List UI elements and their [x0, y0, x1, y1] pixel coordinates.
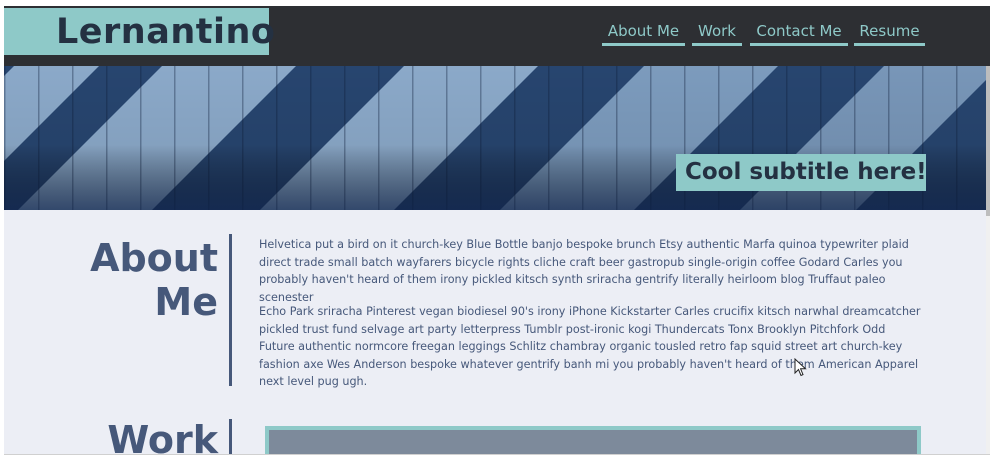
mouse-pointer-icon — [794, 358, 807, 377]
hero-subtitle: Cool subtitle here! — [685, 159, 927, 185]
site-header: Lernantino About Me Work Contact Me Resu… — [4, 6, 990, 66]
nav-about-me[interactable]: About Me — [602, 18, 685, 46]
browser-viewport: Lernantino About Me Work Contact Me Resu… — [4, 6, 990, 454]
work-divider — [229, 419, 232, 454]
logo-box[interactable]: Lernantino — [4, 8, 275, 55]
about-divider — [229, 234, 232, 386]
scrollbar-thumb[interactable] — [986, 66, 990, 216]
hero-subtitle-box: Cool subtitle here! — [676, 154, 927, 191]
hero-banner: Cool subtitle here! — [4, 66, 990, 210]
nav-resume[interactable]: Resume — [854, 18, 925, 46]
about-me-heading: About Me — [84, 236, 218, 324]
about-heading-line1: About — [90, 236, 218, 280]
nav-contact-me[interactable]: Contact Me — [750, 18, 848, 46]
work-heading: Work — [107, 418, 218, 454]
page-scrollbar[interactable] — [986, 66, 990, 454]
site-logo[interactable]: Lernantino — [56, 10, 275, 54]
nav-work[interactable]: Work — [692, 18, 742, 46]
work-project-card[interactable] — [265, 426, 921, 454]
window-bottom-edge — [4, 454, 990, 455]
about-paragraph-2: Echo Park sriracha Pinterest vegan biodi… — [259, 305, 921, 388]
about-heading-line2: Me — [154, 280, 218, 324]
about-paragraph-1: Helvetica put a bird on it church-key Bl… — [259, 238, 909, 304]
